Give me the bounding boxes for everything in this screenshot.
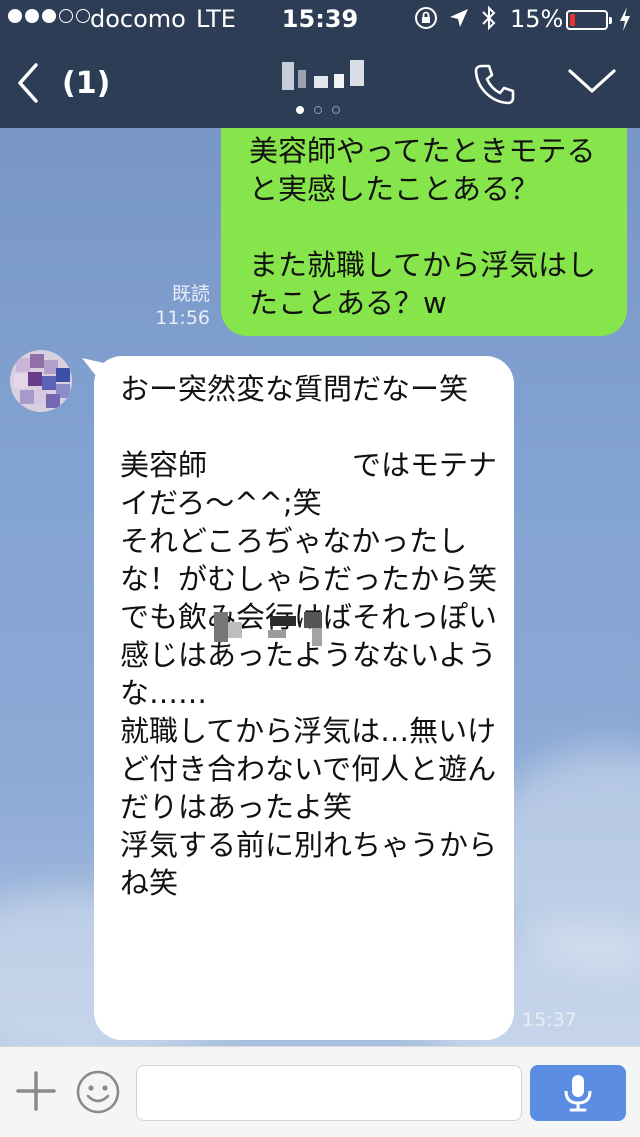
back-chevron-icon <box>18 63 38 103</box>
page-indicator <box>296 106 340 114</box>
phone-icon <box>474 64 515 105</box>
unread-count: (1) <box>62 65 111 101</box>
status-bar: docomo LTE 15:39 15% <box>0 0 640 40</box>
message-time: 15:37 <box>522 1009 577 1031</box>
menu-dropdown-button[interactable] <box>566 66 618 100</box>
received-message-bubble[interactable]: おー突然変な質問だなー笑 美容師 ではモテナイだろ〜^^;笑 それどころぢゃなか… <box>94 356 514 1040</box>
battery-percent: 15% <box>510 5 564 33</box>
message-time: 11:56 <box>155 307 210 329</box>
call-button[interactable] <box>472 62 516 110</box>
message-input[interactable] <box>136 1065 522 1121</box>
battery-icon <box>566 10 612 30</box>
microphone-icon <box>564 1075 592 1112</box>
location-arrow-icon <box>448 7 470 35</box>
chat-header: (1) <box>0 40 640 128</box>
chat-area[interactable]: 美容師やってたときモテると実感したことある？ また就職してから浮気はしたことある… <box>0 128 640 1046</box>
bluetooth-icon <box>480 5 498 37</box>
back-button[interactable]: (1) <box>16 58 110 108</box>
emoji-icon <box>76 1070 120 1114</box>
contact-name-redacted <box>278 56 374 96</box>
avatar[interactable] <box>10 350 72 412</box>
emoji-button[interactable] <box>75 1069 121 1119</box>
chevron-down-icon <box>568 69 616 93</box>
charging-bolt-icon <box>618 6 632 38</box>
battery-level <box>570 14 575 26</box>
orientation-lock-icon <box>414 6 438 36</box>
plus-icon <box>16 1071 56 1111</box>
voice-message-button[interactable] <box>530 1065 626 1121</box>
attach-button[interactable] <box>16 1071 56 1115</box>
read-receipt: 既読 <box>171 283 210 305</box>
sent-message-meta: 既読 11:56 <box>150 282 210 330</box>
input-bar <box>0 1046 640 1137</box>
sent-message-bubble[interactable]: 美容師やってたときモテると実感したことある？ また就職してから浮気はしたことある… <box>221 128 627 336</box>
